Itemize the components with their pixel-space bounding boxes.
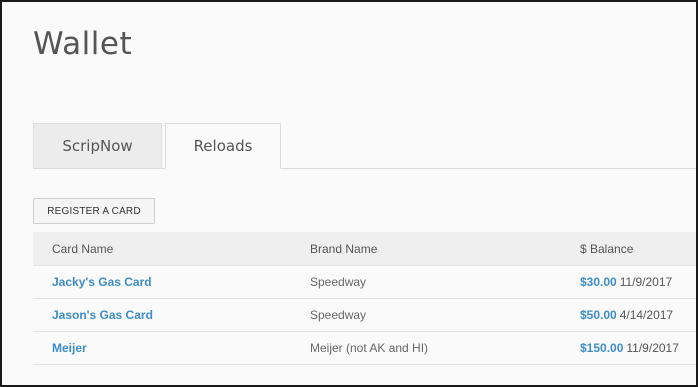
header-brand-name: Brand Name <box>310 241 378 256</box>
table-row: Meijer Meijer (not AK and HI) $150.00 11… <box>33 332 696 365</box>
balance-cell: $150.00 11/9/2017 <box>580 332 679 364</box>
wallet-panel: Wallet ScripNow Reloads REGISTER A CARD … <box>0 0 698 387</box>
balance-amount-link[interactable]: $30.00 <box>580 275 617 289</box>
card-name-link[interactable]: Jason's Gas Card <box>52 299 153 331</box>
tab-reloads[interactable]: Reloads <box>165 123 281 169</box>
brand-name: Meijer (not AK and HI) <box>310 341 429 355</box>
cards-table: Card Name Brand Name $ Balance Jacky's G… <box>33 232 696 365</box>
brand-name: Speedway <box>310 275 367 289</box>
balance-cell: $50.00 4/14/2017 <box>580 299 673 331</box>
balance-date: 11/9/2017 <box>619 275 673 289</box>
balance-amount-link[interactable]: $50.00 <box>580 308 617 322</box>
balance-date: 4/14/2017 <box>619 308 674 322</box>
balance-date: 11/9/2017 <box>626 341 679 355</box>
register-card-button[interactable]: REGISTER A CARD <box>33 198 155 224</box>
brand-name: Speedway <box>310 308 367 322</box>
balance-amount-link[interactable]: $150.00 <box>580 341 623 355</box>
page-title: Wallet <box>33 26 133 62</box>
table-row: Jacky's Gas Card Speedway $30.00 11/9/20… <box>33 266 696 299</box>
card-name-link[interactable]: Meijer <box>52 332 87 364</box>
card-name-link[interactable]: Jacky's Gas Card <box>52 266 152 298</box>
header-card-name: Card Name <box>52 241 114 256</box>
table-header: Card Name Brand Name $ Balance <box>33 232 696 266</box>
tab-scripnow[interactable]: ScripNow <box>33 123 162 168</box>
tab-bar: ScripNow Reloads <box>33 123 696 169</box>
table-row: Jason's Gas Card Speedway $50.00 4/14/20… <box>33 299 696 332</box>
header-balance: $ Balance <box>580 241 634 256</box>
balance-cell: $30.00 11/9/2017 <box>580 266 672 298</box>
